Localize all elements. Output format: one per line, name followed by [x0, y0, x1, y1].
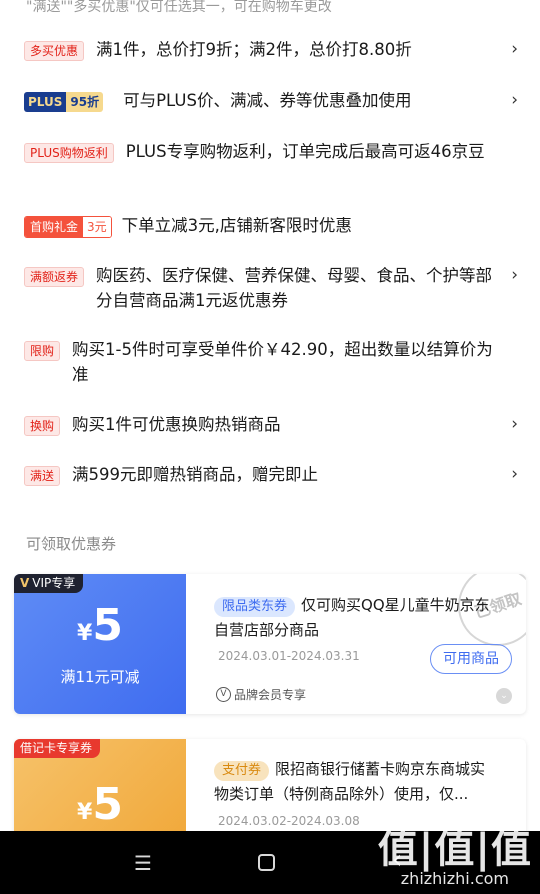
promo-text: 可与PLUS价、满减、券等优惠叠加使用 [123, 91, 412, 110]
promo-text: 下单立减3元,店铺新客限时优惠 [121, 216, 352, 235]
promo-row-plus-discount[interactable]: PLUS 95折 可与PLUS价、满减、券等优惠叠加使用 › [24, 88, 518, 113]
promo-text: 购医药、医疗保健、营养保健、母婴、食品、个护等部分自营商品满1元返优惠券 [96, 266, 493, 310]
expand-chevron-icon[interactable]: ⌄ [496, 688, 512, 704]
promo-row-purchase-limit: 限购 购买1-5件时可享受单件价￥42.90，超出数量以结算价为准 [24, 337, 518, 387]
chevron-right-icon: › [511, 39, 518, 59]
promo-tag: 限购 [24, 341, 61, 361]
plus-tag-discount: 95折 [66, 92, 104, 112]
coupon-validity-date: 2024.03.01-2024.03.31 [218, 649, 360, 663]
chevron-right-icon: › [511, 414, 518, 434]
coupon-type-badge: 支付券 [214, 761, 270, 781]
coupon-amount-value: 5 [92, 779, 123, 830]
currency-symbol: ¥ [77, 800, 93, 825]
coupon-card[interactable]: V VIP专享 ¥5 满11元可减 已领取 限品类东券 仅可购买QQ星儿童牛奶京东自… [14, 574, 526, 714]
coupons-section-title: 可领取优惠券 [26, 535, 117, 553]
site-watermark: 值|值|值 zhizhizhi.com [378, 829, 532, 888]
promo-row-gift[interactable]: 满送 满599元即赠热销商品，赠完即止 › [24, 462, 518, 487]
promo-tag: 满送 [24, 466, 61, 486]
coupon-footer: V 品牌会员专享 [216, 686, 306, 703]
vip-mark-icon: V [20, 576, 30, 590]
coupon-badge: 借记卡专享券 [14, 739, 101, 758]
menu-icon[interactable]: ☰ [134, 851, 152, 875]
coupon-type-badge: 限品类东券 [214, 597, 296, 617]
home-icon[interactable] [258, 854, 275, 871]
chevron-right-icon: › [511, 464, 518, 484]
coupon-amount-value: 5 [92, 600, 123, 651]
usable-products-button[interactable]: 可用商品 [430, 644, 512, 674]
promo-tag: 多买优惠 [24, 41, 85, 61]
coupon-detail-panel: 已领取 限品类东券 仅可购买QQ星儿童牛奶京东自营店部分商品 2024.03.01… [200, 574, 526, 714]
promo-text: PLUS专享购物返利，订单完成后最高可返46京豆 [125, 142, 485, 161]
coupon-amount: ¥5 [14, 600, 186, 651]
promo-tag: 满额返券 [24, 267, 85, 287]
top-note: "满送""多买优惠"仅可任选其一，可在购物车更改 [26, 0, 332, 15]
promo-text: 满599元即赠热销商品，赠完即止 [72, 465, 319, 484]
coupon-condition: 满11元可减 [60, 668, 140, 686]
promo-text: 购买1件可优惠换购热销商品 [72, 415, 281, 434]
vip-member-icon: V [216, 687, 231, 702]
watermark-logo: 值|值|值 [377, 826, 532, 872]
first-purchase-tag: 首购礼金 3元 [24, 216, 112, 238]
chevron-right-icon: › [511, 265, 518, 285]
promo-tag: PLUS购物返利 [24, 143, 114, 163]
plus-tag: PLUS 95折 [24, 92, 104, 112]
promo-row-trade-in[interactable]: 换购 购买1件可优惠换购热销商品 › [24, 412, 518, 437]
system-nav-bar: ☰ ‹ 值|值|值 zhizhizhi.com [0, 829, 540, 894]
plus-tag-label: PLUS [24, 92, 67, 112]
coupon-badge: V VIP专享 [14, 574, 84, 593]
coupon-footer-text: 品牌会员专享 [234, 688, 307, 702]
coupon-description: 限品类东券 仅可购买QQ星儿童牛奶京东自营店部分商品 [214, 593, 492, 643]
coupon-value-panel: V VIP专享 ¥5 满11元可减 [14, 574, 186, 714]
coupon-badge-label: VIP专享 [32, 576, 76, 590]
promo-row-first-purchase: 首购礼金 3元 下单立减3元,店铺新客限时优惠 [24, 213, 518, 238]
watermark-url: zhizhizhi.com [400, 869, 509, 888]
promo-text: 满1件，总价打9折；满2件，总价打8.80折 [96, 40, 412, 59]
coupon-description: 支付券 限招商银行储蓄卡购京东商城实物类订单（特例商品除外）使用，仅... [214, 757, 492, 807]
coupon-validity-date: 2024.03.02-2024.03.08 [218, 814, 360, 828]
promo-text: 购买1-5件时可享受单件价￥42.90，超出数量以结算价为准 [72, 340, 493, 384]
chevron-right-icon: › [511, 90, 518, 110]
first-purchase-tag-label: 首购礼金 [25, 217, 84, 237]
coupon-amount: ¥5 [14, 779, 186, 830]
promo-row-return-coupon[interactable]: 满额返券 购医药、医疗保健、营养保健、母婴、食品、个护等部分自营商品满1元返优惠… [24, 263, 518, 313]
promo-tag: 换购 [24, 416, 61, 436]
first-purchase-tag-amount: 3元 [83, 217, 111, 237]
promo-row-multi-buy[interactable]: 多买优惠 满1件，总价打9折；满2件，总价打8.80折 › [24, 37, 518, 62]
currency-symbol: ¥ [77, 621, 93, 646]
promo-row-plus-rebate: PLUS购物返利 PLUS专享购物返利，订单完成后最高可返46京豆 [24, 139, 518, 164]
